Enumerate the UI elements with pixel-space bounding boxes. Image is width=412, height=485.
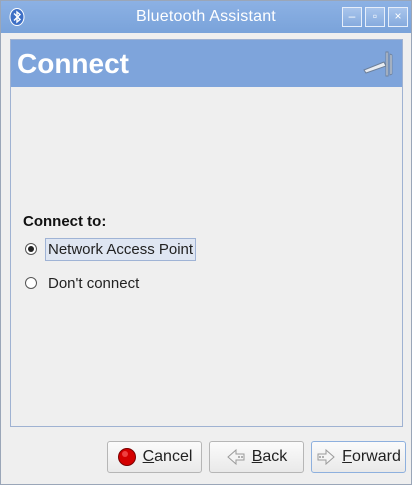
radio-button-checked[interactable] xyxy=(25,243,37,255)
minimize-icon: – xyxy=(348,9,356,23)
back-button[interactable]: Back xyxy=(209,441,304,473)
maximize-button[interactable]: ▫ xyxy=(365,7,385,27)
stop-icon xyxy=(117,448,136,466)
option-label[interactable]: Network Access Point xyxy=(45,237,197,261)
back-label: Back xyxy=(251,448,288,465)
forward-button[interactable]: Forward xyxy=(311,441,406,473)
minimize-button[interactable]: – xyxy=(342,7,362,27)
page-title: Connect xyxy=(17,48,129,79)
connect-to-label: Connect to: xyxy=(23,213,107,230)
arrow-left-icon xyxy=(226,448,245,466)
maximize-icon: ▫ xyxy=(372,9,378,23)
radio-dont-connect[interactable]: Don't connect xyxy=(25,272,142,294)
wizard-page: Connect Connect to: Network Access Point… xyxy=(10,39,403,427)
cancel-label: Cancel xyxy=(142,448,193,465)
radio-network-access-point[interactable]: Network Access Point xyxy=(25,237,197,261)
title-bar[interactable]: Bluetooth Assistant – ▫ × xyxy=(1,1,411,33)
forward-label: Forward xyxy=(342,448,401,465)
radio-button-unchecked[interactable] xyxy=(25,277,37,289)
cancel-button[interactable]: Cancel xyxy=(107,441,202,473)
bluetooth-assistant-window: Bluetooth Assistant – ▫ × Connect Connec… xyxy=(0,0,412,485)
arrow-right-icon xyxy=(317,448,335,466)
page-banner: Connect xyxy=(11,40,402,87)
option-label[interactable]: Don't connect xyxy=(45,272,142,295)
close-button[interactable]: × xyxy=(388,7,408,27)
bluetooth-wand-icon xyxy=(363,51,393,77)
close-icon: × xyxy=(394,9,402,23)
